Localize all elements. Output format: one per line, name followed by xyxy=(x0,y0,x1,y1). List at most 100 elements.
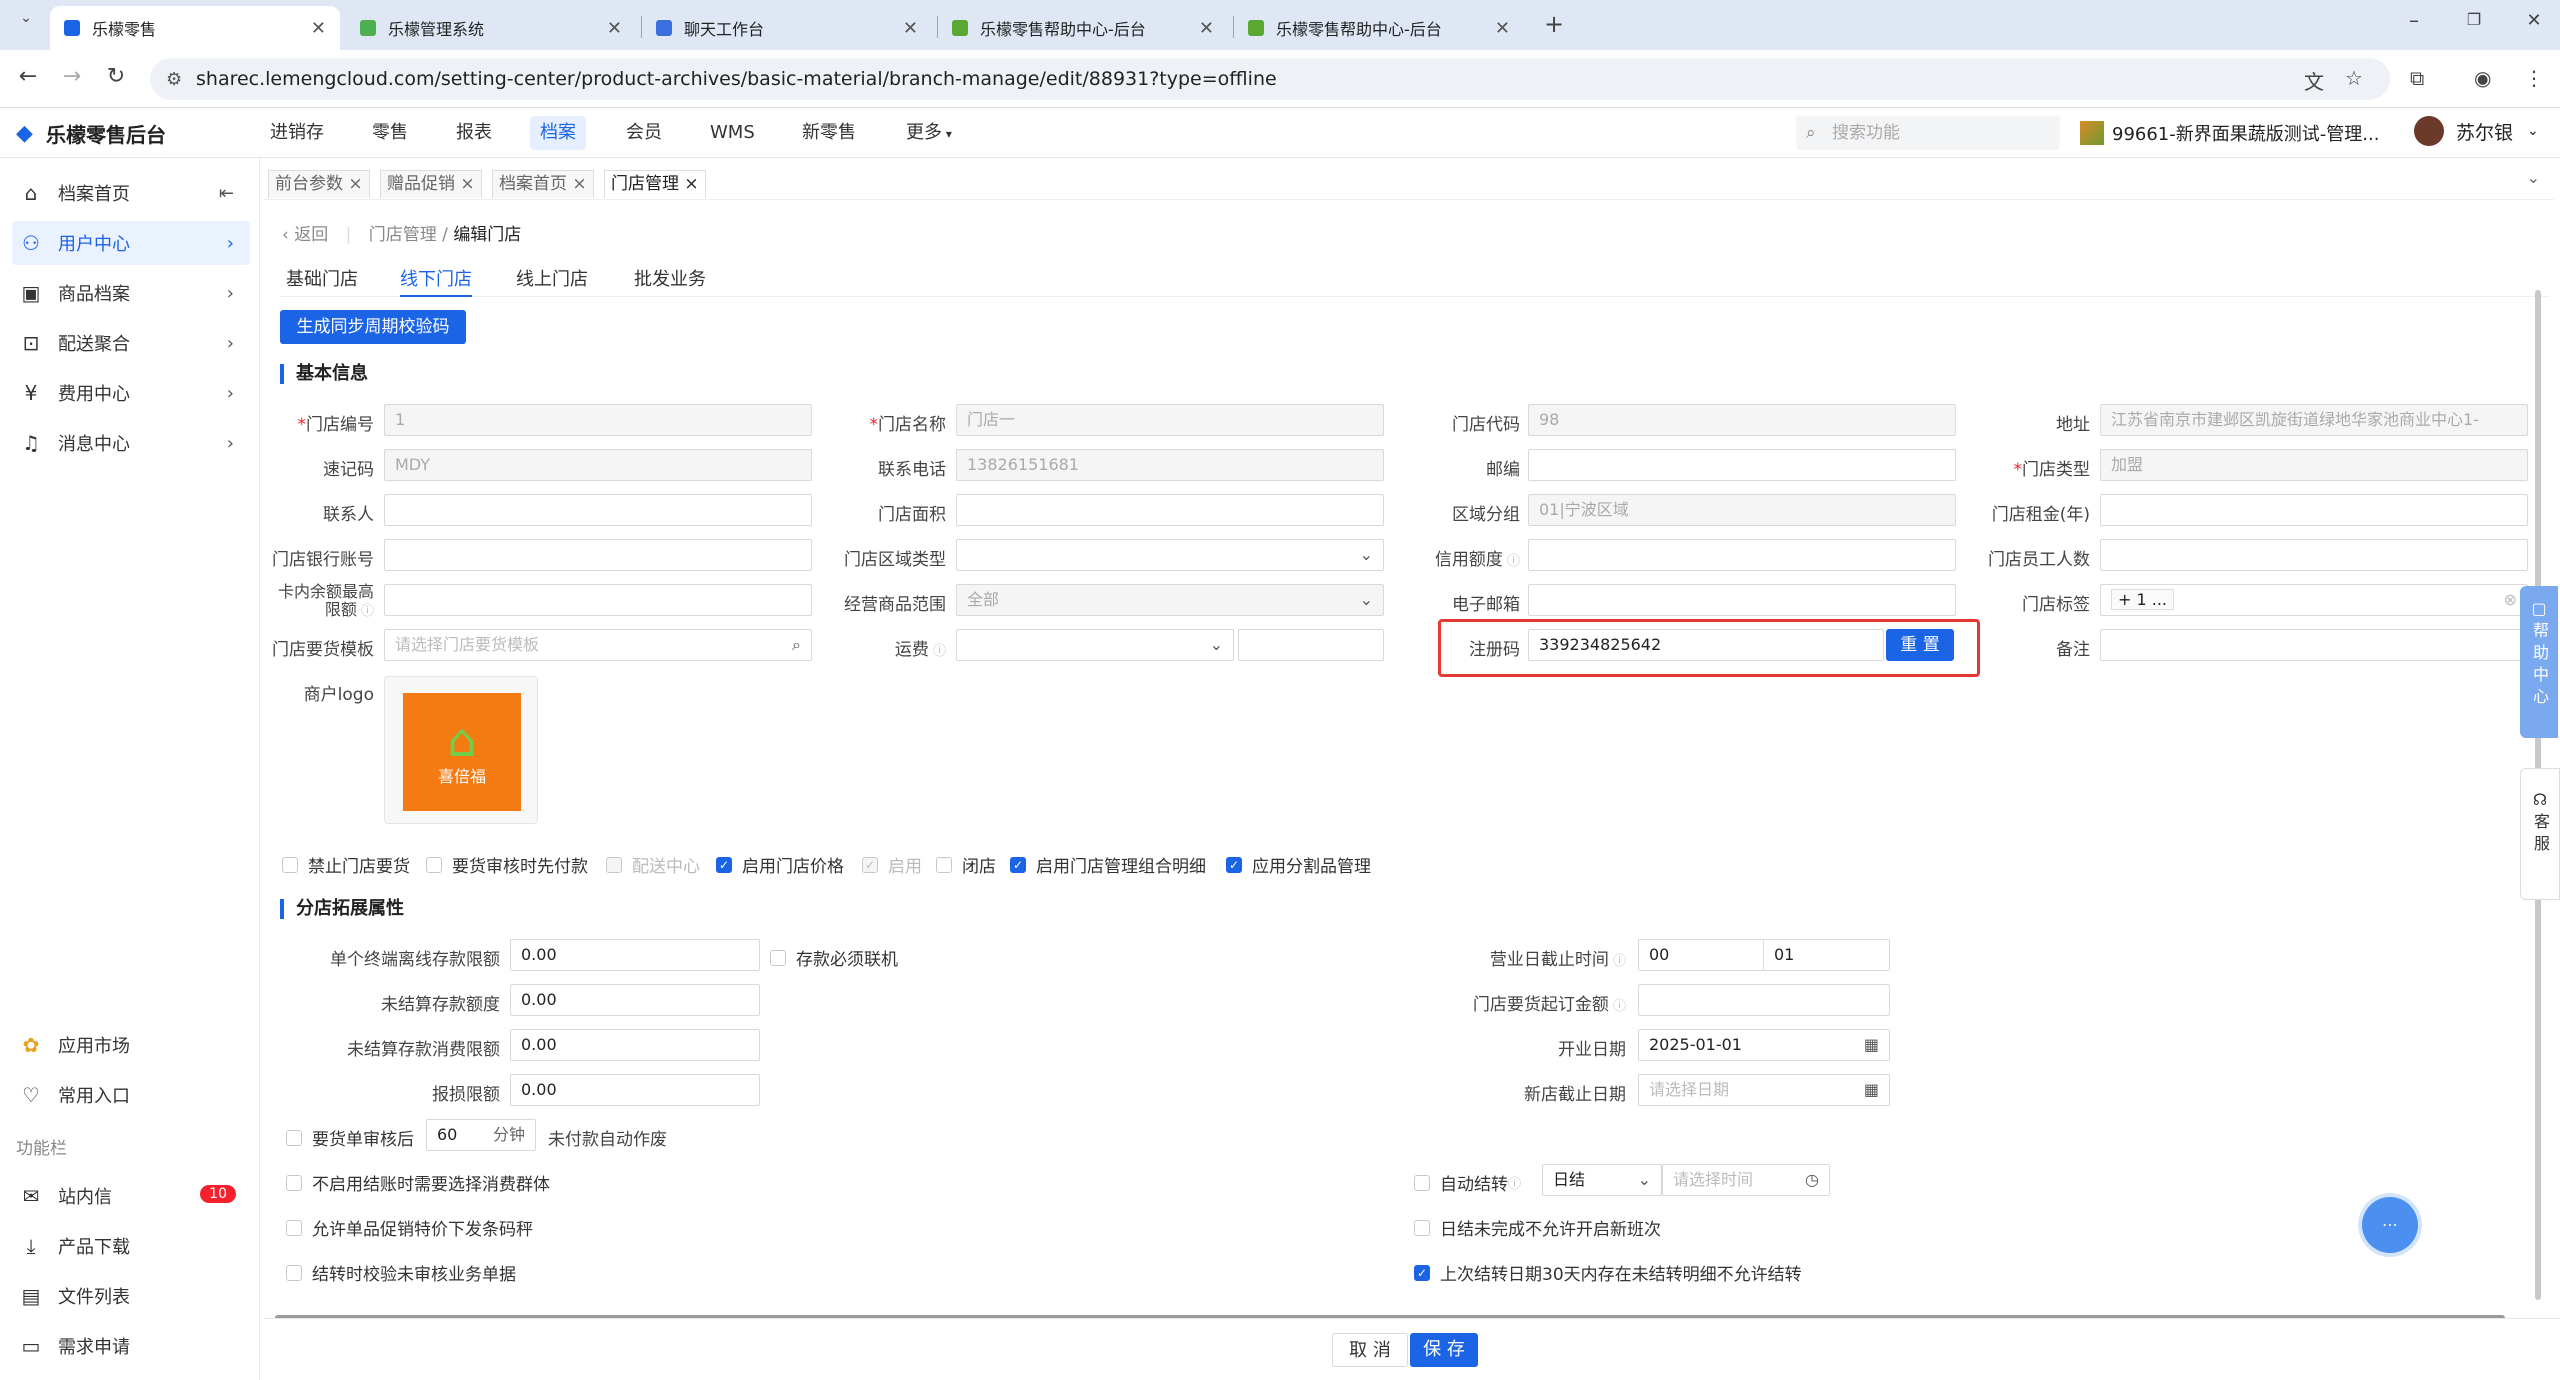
browser-tab[interactable]: 乐檬零售 ✕ xyxy=(50,6,340,50)
floating-assistant-button[interactable]: ⋯ xyxy=(2362,1197,2418,1253)
merchant-logo[interactable]: ⌂ 喜倍福 xyxy=(384,676,538,824)
freight-value-input[interactable] xyxy=(1238,629,1384,661)
extensions-icon[interactable]: ⧉ xyxy=(2410,66,2424,90)
card-limit-input[interactable] xyxy=(384,584,812,616)
checkbox-promo-scale[interactable]: 允许单品促销特价下发条码秤 xyxy=(286,1215,533,1240)
nav-archives[interactable]: 档案 xyxy=(530,116,586,150)
back-arrow-icon[interactable]: ← xyxy=(14,64,42,89)
browser-tab[interactable]: 乐檬管理系统 ✕ xyxy=(346,6,636,50)
bank-account-input[interactable] xyxy=(384,539,812,571)
checkbox-pay-first[interactable]: 要货审核时先付款 xyxy=(426,852,588,877)
sidebar-item-fee-center[interactable]: ¥ 费用中心 › xyxy=(12,371,250,415)
checkbox-no-new-shift[interactable]: 日结未完成不允许开启新班次 xyxy=(1414,1215,1661,1240)
reload-icon[interactable]: ↻ xyxy=(102,64,130,89)
nav-new-retail[interactable]: 新零售 xyxy=(792,116,866,150)
checkbox-must-online[interactable]: 存款必须联机 xyxy=(770,945,898,970)
sidebar-item-inbox[interactable]: ✉ 站内信 10 xyxy=(12,1174,250,1218)
clear-icon[interactable]: ⊗ xyxy=(2504,585,2517,615)
sidebar-item-message-center[interactable]: ♫ 消息中心 › xyxy=(12,421,250,465)
checkbox-forbid-order[interactable]: 禁止门店要货 xyxy=(282,852,410,877)
checkbox-store-price[interactable]: ✓ 启用门店价格 xyxy=(716,852,844,877)
region-group-input[interactable]: 01|宁波区域 xyxy=(1528,494,1956,526)
checkbox-auto-carry[interactable]: 自动结转 ⓘ xyxy=(1414,1170,1521,1195)
nav-inventory[interactable]: 进销存 xyxy=(260,116,334,150)
loss-limit-input[interactable]: 0.00 xyxy=(510,1074,760,1106)
offline-limit-input[interactable]: 0.00 xyxy=(510,939,760,971)
area-input[interactable] xyxy=(956,494,1384,526)
close-icon[interactable]: × xyxy=(572,174,586,194)
chevron-down-icon[interactable]: ⌄ xyxy=(2527,168,2540,187)
search-icon[interactable]: ⌕ xyxy=(792,630,801,660)
store-code-input[interactable]: 98 xyxy=(1528,404,1956,436)
credit-input[interactable] xyxy=(1528,539,1956,571)
contact-input[interactable] xyxy=(384,494,812,526)
store-name-input[interactable]: 门店一 xyxy=(956,404,1384,436)
sidebar-item-delivery[interactable]: ⊡ 配送聚合 › xyxy=(12,321,250,365)
page-tab[interactable]: 前台参数 × xyxy=(268,170,370,198)
window-close-icon[interactable]: ✕ xyxy=(2520,10,2548,31)
translate-icon[interactable]: 文 xyxy=(2304,66,2324,95)
url-field[interactable]: ⚙ sharec.lemengcloud.com/setting-center/… xyxy=(150,58,2390,100)
browser-tab[interactable]: 乐檬零售帮助中心-后台 ✕ xyxy=(1234,6,1524,50)
unsettled-consume-input[interactable]: 0.00 xyxy=(510,1029,760,1061)
maximize-icon[interactable]: ❐ xyxy=(2460,10,2488,29)
store-switcher[interactable]: 99661-新界面果蔬版测试-管理... xyxy=(2080,120,2379,146)
biz-cutoff-input[interactable]: 00 01 xyxy=(1638,939,1890,971)
checkbox-dc[interactable]: 配送中心 xyxy=(606,852,700,877)
tab-basic-store[interactable]: 基础门店 xyxy=(286,265,358,297)
template-input[interactable]: 请选择门店要货模板 ⌕ xyxy=(384,629,812,661)
close-icon[interactable]: × xyxy=(684,174,698,194)
checkbox-split-goods[interactable]: ✓ 应用分割品管理 xyxy=(1226,852,1371,877)
sidebar-item-file-list[interactable]: ▤ 文件列表 xyxy=(12,1274,250,1318)
sidebar-item-request[interactable]: ▭ 需求申请 xyxy=(12,1324,250,1368)
checkbox-consumer-group[interactable]: 不启用结账时需要选择消费群体 xyxy=(286,1170,550,1195)
cancel-button[interactable]: 取 消 xyxy=(1332,1333,1408,1367)
minimize-icon[interactable]: – xyxy=(2400,8,2428,32)
tags-select[interactable]: + 1 ... ⊗ xyxy=(2100,584,2528,616)
quick-code-input[interactable]: MDY xyxy=(384,449,812,481)
scope-select[interactable]: 全部 ⌄ xyxy=(956,584,1384,616)
unsettled-limit-input[interactable]: 0.00 xyxy=(510,984,760,1016)
sidebar-item-favorites[interactable]: ♡ 常用入口 xyxy=(12,1073,250,1117)
profile-icon[interactable]: ◉ xyxy=(2474,66,2491,90)
back-link[interactable]: ‹ 返回 xyxy=(282,225,328,245)
sidebar-item-user-center[interactable]: ⚇ 用户中心 › xyxy=(12,221,250,265)
review-minutes-input[interactable]: 60 分钟 xyxy=(426,1119,536,1151)
close-icon[interactable]: × xyxy=(460,174,474,194)
tab-offline-store[interactable]: 线下门店 xyxy=(400,265,472,297)
sidebar-item-app-market[interactable]: ✿ 应用市场 xyxy=(12,1023,250,1067)
postcode-input[interactable] xyxy=(1528,449,1956,481)
page-tab[interactable]: 档案首页 × xyxy=(492,170,594,198)
browser-tab[interactable]: 聊天工作台 ✕ xyxy=(642,6,932,50)
min-order-input[interactable] xyxy=(1638,984,1890,1016)
carry-time-picker[interactable]: 请选择时间 ◷ xyxy=(1662,1164,1830,1196)
site-settings-icon[interactable]: ⚙ xyxy=(166,69,182,90)
new-store-end-picker[interactable]: 请选择日期 ▦ xyxy=(1638,1074,1890,1106)
tab-online-store[interactable]: 线上门店 xyxy=(516,265,588,297)
tab-search-icon[interactable]: ⌄ xyxy=(12,10,40,26)
rent-input[interactable] xyxy=(2100,494,2528,526)
checkbox-verify-unreviewed[interactable]: 结转时校验未审核业务单据 xyxy=(286,1260,516,1285)
browser-tab[interactable]: 乐檬零售帮助中心-后台 ✕ xyxy=(938,6,1228,50)
staff-count-input[interactable] xyxy=(2100,539,2528,571)
checkbox-review-after[interactable]: 要货单审核后 xyxy=(286,1125,414,1150)
browser-menu-icon[interactable]: ⋮ xyxy=(2524,66,2544,90)
close-icon[interactable]: ✕ xyxy=(1199,18,1214,39)
page-tab[interactable]: 赠品促销 × xyxy=(380,170,482,198)
tab-wholesale[interactable]: 批发业务 xyxy=(634,265,706,297)
nav-retail[interactable]: 零售 xyxy=(362,116,418,150)
sidebar-item-archive-home[interactable]: ⌂ 档案首页 ⇤ xyxy=(12,171,250,215)
brand-logo[interactable]: ◆ 乐檬零售后台 xyxy=(16,119,166,148)
close-icon[interactable]: ✕ xyxy=(903,18,918,39)
generate-code-button[interactable]: 生成同步周期校验码 xyxy=(280,310,466,344)
nav-reports[interactable]: 报表 xyxy=(446,116,502,150)
save-button[interactable]: 保 存 xyxy=(1410,1333,1478,1367)
nav-wms[interactable]: WMS xyxy=(700,116,765,150)
bookmark-star-icon[interactable]: ☆ xyxy=(2345,66,2363,90)
breadcrumb-parent[interactable]: 门店管理 xyxy=(369,225,437,245)
address-input[interactable]: 江苏省南京市建邺区凯旋街道绿地华家池商业中心1- xyxy=(2100,404,2528,436)
email-input[interactable] xyxy=(1528,584,1956,616)
customer-service-button[interactable]: ☊ 客服 xyxy=(2520,768,2560,900)
close-icon[interactable]: ✕ xyxy=(607,18,622,39)
open-date-picker[interactable]: 2025-01-01 ▦ xyxy=(1638,1029,1890,1061)
